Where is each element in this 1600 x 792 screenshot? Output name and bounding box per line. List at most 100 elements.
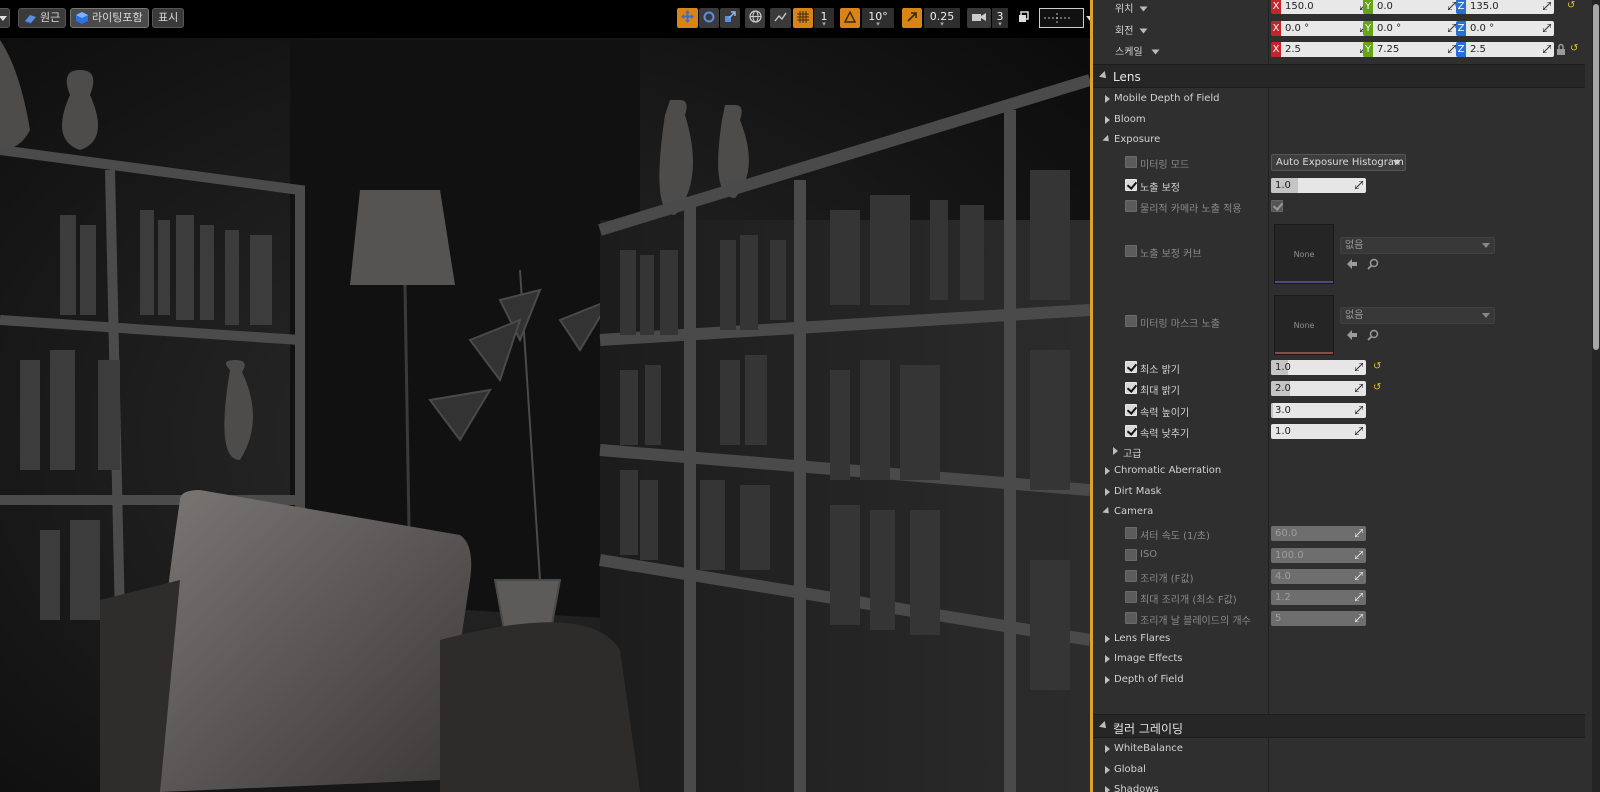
reset-to-default-icon[interactable]: ↺ (1567, 1, 1577, 11)
metering-mask-override-checkbox[interactable] (1125, 315, 1137, 327)
scale-z-field[interactable]: 2.5 (1466, 42, 1554, 57)
chevron-down-icon[interactable] (1139, 28, 1148, 34)
iso-field[interactable]: 100.0 (1271, 548, 1366, 563)
physical-camera-exposure-value-checkbox[interactable] (1271, 200, 1283, 212)
image-effects-row[interactable]: Image Effects (1093, 649, 1583, 670)
speed-down-checkbox[interactable] (1125, 425, 1137, 437)
depth-of-field-row[interactable]: Depth of Field (1093, 670, 1583, 691)
blade-count-field[interactable]: 5 (1271, 611, 1366, 626)
iso-checkbox[interactable] (1125, 549, 1137, 561)
chevron-down-icon[interactable] (1139, 6, 1148, 12)
speed-up-slider[interactable]: 3.0 (1271, 403, 1366, 418)
browse-asset-search-icon[interactable] (1367, 329, 1379, 341)
grid-snap-toggle[interactable] (793, 8, 813, 28)
scene-render[interactable] (0, 0, 1090, 792)
blade-count-checkbox[interactable] (1125, 612, 1137, 624)
shutter-speed-checkbox[interactable] (1125, 527, 1137, 539)
expand-arrow-icon (1105, 766, 1110, 774)
browse-asset-search-icon[interactable] (1367, 258, 1379, 270)
drag-arrows-icon (1543, 45, 1551, 53)
details-scrollbar[interactable] (1592, 0, 1600, 792)
use-selected-asset-arrow-icon[interactable] (1346, 258, 1358, 270)
mobile-dof-row[interactable]: Mobile Depth of Field (1093, 89, 1583, 110)
rotation-x-field[interactable]: 0.0 ° (1281, 21, 1371, 36)
metering-mode-label: 미터링 모드 (1140, 160, 1190, 171)
metering-mask-asset-dropdown[interactable]: 없음 (1340, 307, 1495, 324)
advanced-row[interactable]: 고급 (1093, 441, 1583, 462)
lit-mode-button[interactable]: 라이팅포함 (70, 8, 149, 28)
max-aperture-field[interactable]: 1.2 (1271, 590, 1366, 605)
chevron-down-icon[interactable] (1151, 49, 1160, 55)
aperture-field[interactable]: 4.0 (1271, 569, 1366, 584)
location-y-field[interactable]: 0.0 (1373, 0, 1459, 14)
camera-speed-button[interactable] (967, 8, 991, 28)
color-grading-category[interactable]: 컬러 그레이딩 (1093, 714, 1585, 738)
scale-y-field[interactable]: 7.25 (1373, 42, 1459, 57)
aperture-checkbox[interactable] (1125, 570, 1137, 582)
lock-icon[interactable] (1556, 43, 1566, 59)
scale-label: 스케일 (1115, 47, 1143, 58)
min-brightness-checkbox[interactable] (1125, 361, 1137, 373)
metering-mask-row: 미터링 마스크 노출 (1093, 311, 1583, 332)
rotation-snap-toggle[interactable] (840, 8, 860, 28)
scale-snap-value[interactable]: 0.25 ▾ (924, 8, 960, 28)
scale-snap-toggle[interactable] (902, 8, 922, 28)
scale-row: 스케일 X 2.5 Y 7.25 Z 2.5 ↺ (1093, 39, 1583, 60)
chromatic-aberration-row[interactable]: Chromatic Aberration (1093, 461, 1583, 482)
min-brightness-slider[interactable]: 1.0 (1271, 360, 1366, 375)
scale-x-field[interactable]: 2.5 (1281, 42, 1371, 57)
rotation-z-field[interactable]: 0.0 ° (1466, 21, 1554, 36)
exposure-compensation-slider[interactable]: 1.0 (1271, 178, 1366, 193)
surface-snapping-button[interactable] (770, 8, 791, 28)
location-z-field[interactable]: 135.0 (1466, 0, 1554, 14)
camera-row[interactable]: Camera (1093, 502, 1583, 523)
scale-tool-button[interactable] (720, 8, 740, 28)
show-button[interactable]: 표시 (152, 8, 185, 28)
blade-count-label: 조리개 날 블레이드의 개수 (1140, 616, 1251, 627)
exposure-row[interactable]: Exposure (1093, 130, 1583, 151)
white-balance-row[interactable]: WhiteBalance (1093, 739, 1583, 760)
location-x-field[interactable]: 150.0 (1281, 0, 1371, 14)
exposure-curve-asset-dropdown[interactable]: 없음 (1340, 237, 1495, 254)
dirt-mask-row[interactable]: Dirt Mask (1093, 482, 1583, 503)
max-aperture-checkbox[interactable] (1125, 591, 1137, 603)
use-selected-asset-arrow-icon[interactable] (1346, 329, 1358, 341)
rotate-tool-button[interactable] (699, 8, 719, 28)
camera-speed-value[interactable]: 3 ▾ (992, 8, 1008, 28)
restore-window-icon (1018, 11, 1030, 26)
shutter-speed-field[interactable]: 60.0 (1271, 526, 1366, 541)
lens-flares-row[interactable]: Lens Flares (1093, 629, 1583, 650)
metering-mode-dropdown[interactable]: Auto Exposure Histogram (1271, 154, 1406, 171)
reset-to-default-icon[interactable]: ↺ (1373, 362, 1383, 372)
speed-up-checkbox[interactable] (1125, 404, 1137, 416)
perspective-button[interactable]: 원근 (18, 8, 67, 28)
mobile-dof-label: Mobile Depth of Field (1114, 93, 1220, 104)
reset-to-default-icon[interactable]: ↺ (1373, 383, 1383, 393)
global-row[interactable]: Global (1093, 760, 1583, 781)
bloom-row[interactable]: Bloom (1093, 110, 1583, 131)
max-brightness-checkbox[interactable] (1125, 382, 1137, 394)
reset-to-default-icon[interactable]: ↺ (1570, 44, 1580, 54)
drag-arrows-icon (1355, 572, 1363, 580)
maximize-restore-button[interactable] (1018, 11, 1030, 23)
exposure-compensation-checkbox[interactable] (1125, 179, 1137, 191)
max-brightness-slider[interactable]: 2.0 (1271, 381, 1366, 396)
lens-category[interactable]: Lens (1093, 64, 1585, 88)
world-local-toggle[interactable] (745, 8, 765, 28)
metering-mode-override-checkbox[interactable] (1125, 156, 1137, 168)
exposure-curve-override-checkbox[interactable] (1125, 245, 1137, 257)
drag-arrows-icon (1355, 529, 1363, 537)
physical-camera-exposure-override-checkbox[interactable] (1125, 200, 1137, 212)
rotation-y-field[interactable]: 0.0 ° (1373, 21, 1459, 36)
translate-tool-button[interactable] (677, 8, 698, 28)
level-viewport[interactable]: 원근 라이팅포함 표시 1 ▾ 10° ▾ 0.25 ▾ 3 ▾ (0, 0, 1090, 792)
exposure-curve-thumbnail[interactable]: None (1274, 224, 1334, 284)
viewport-options-menu[interactable] (0, 8, 10, 28)
rotation-snap-value[interactable]: 10° ▾ (862, 8, 894, 28)
scrollbar-thumb[interactable] (1593, 4, 1599, 350)
speed-down-field[interactable]: 1.0 (1271, 424, 1366, 439)
grid-snap-value[interactable]: 1 ▾ (814, 8, 834, 28)
viewport-layout-button[interactable] (1039, 8, 1090, 28)
metering-mask-thumbnail[interactable]: None (1274, 295, 1334, 355)
shadows-row[interactable]: Shadows (1093, 780, 1583, 792)
